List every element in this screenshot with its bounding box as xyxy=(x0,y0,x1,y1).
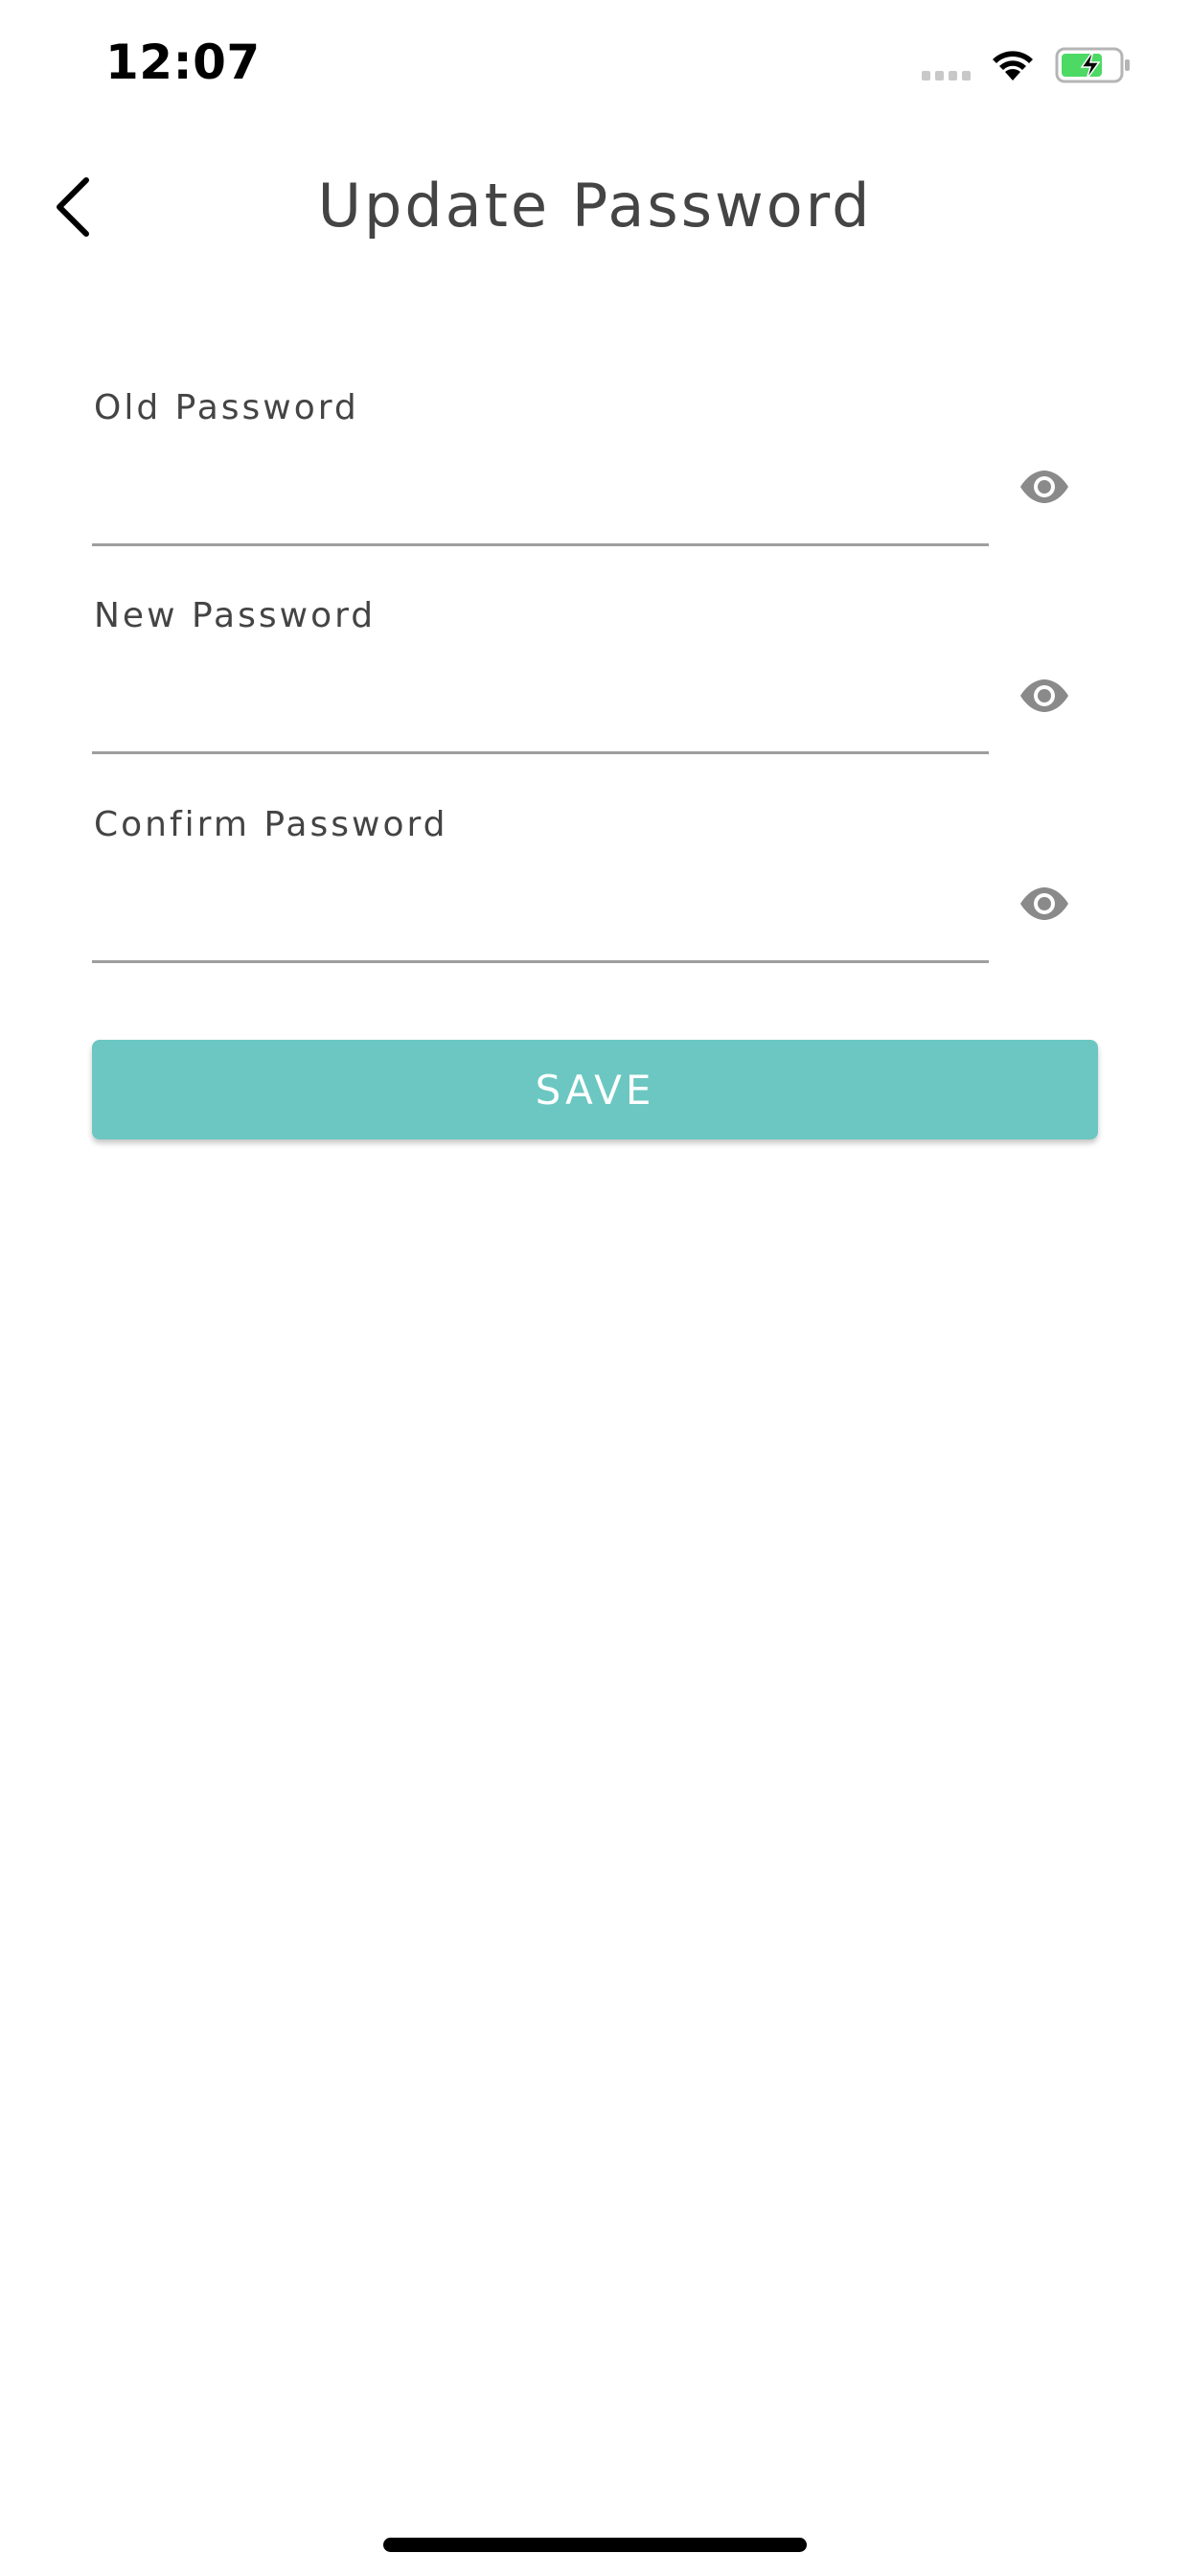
new-password-field: New Password xyxy=(92,596,993,788)
status-time: 12:07 xyxy=(105,34,261,90)
wifi-icon xyxy=(993,51,1033,80)
old-password-label: Old Password xyxy=(94,388,359,427)
header: Update Password xyxy=(0,153,1190,259)
signal-icon xyxy=(922,71,971,80)
battery-charging-icon xyxy=(1055,47,1130,83)
confirm-password-underline xyxy=(92,960,989,963)
new-password-visibility-toggle[interactable] xyxy=(1010,661,1079,730)
status-bar: 12:07 xyxy=(0,0,1190,125)
new-password-input[interactable] xyxy=(92,663,993,751)
eye-icon xyxy=(1020,887,1068,920)
eye-icon xyxy=(1020,679,1068,712)
new-password-underline xyxy=(92,751,989,754)
old-password-visibility-toggle[interactable] xyxy=(1010,452,1079,521)
eye-icon xyxy=(1020,471,1068,503)
confirm-password-field: Confirm Password xyxy=(92,805,993,997)
confirm-password-label: Confirm Password xyxy=(94,805,448,844)
home-indicator[interactable] xyxy=(383,2538,807,2552)
confirm-password-visibility-toggle[interactable] xyxy=(1010,869,1079,938)
old-password-field: Old Password xyxy=(92,388,993,580)
page-title: Update Password xyxy=(317,171,873,241)
save-button[interactable]: SAVE xyxy=(92,1040,1098,1139)
old-password-input[interactable] xyxy=(92,455,993,543)
old-password-underline xyxy=(92,543,989,546)
new-password-label: New Password xyxy=(94,596,377,635)
confirm-password-input[interactable] xyxy=(92,872,993,960)
